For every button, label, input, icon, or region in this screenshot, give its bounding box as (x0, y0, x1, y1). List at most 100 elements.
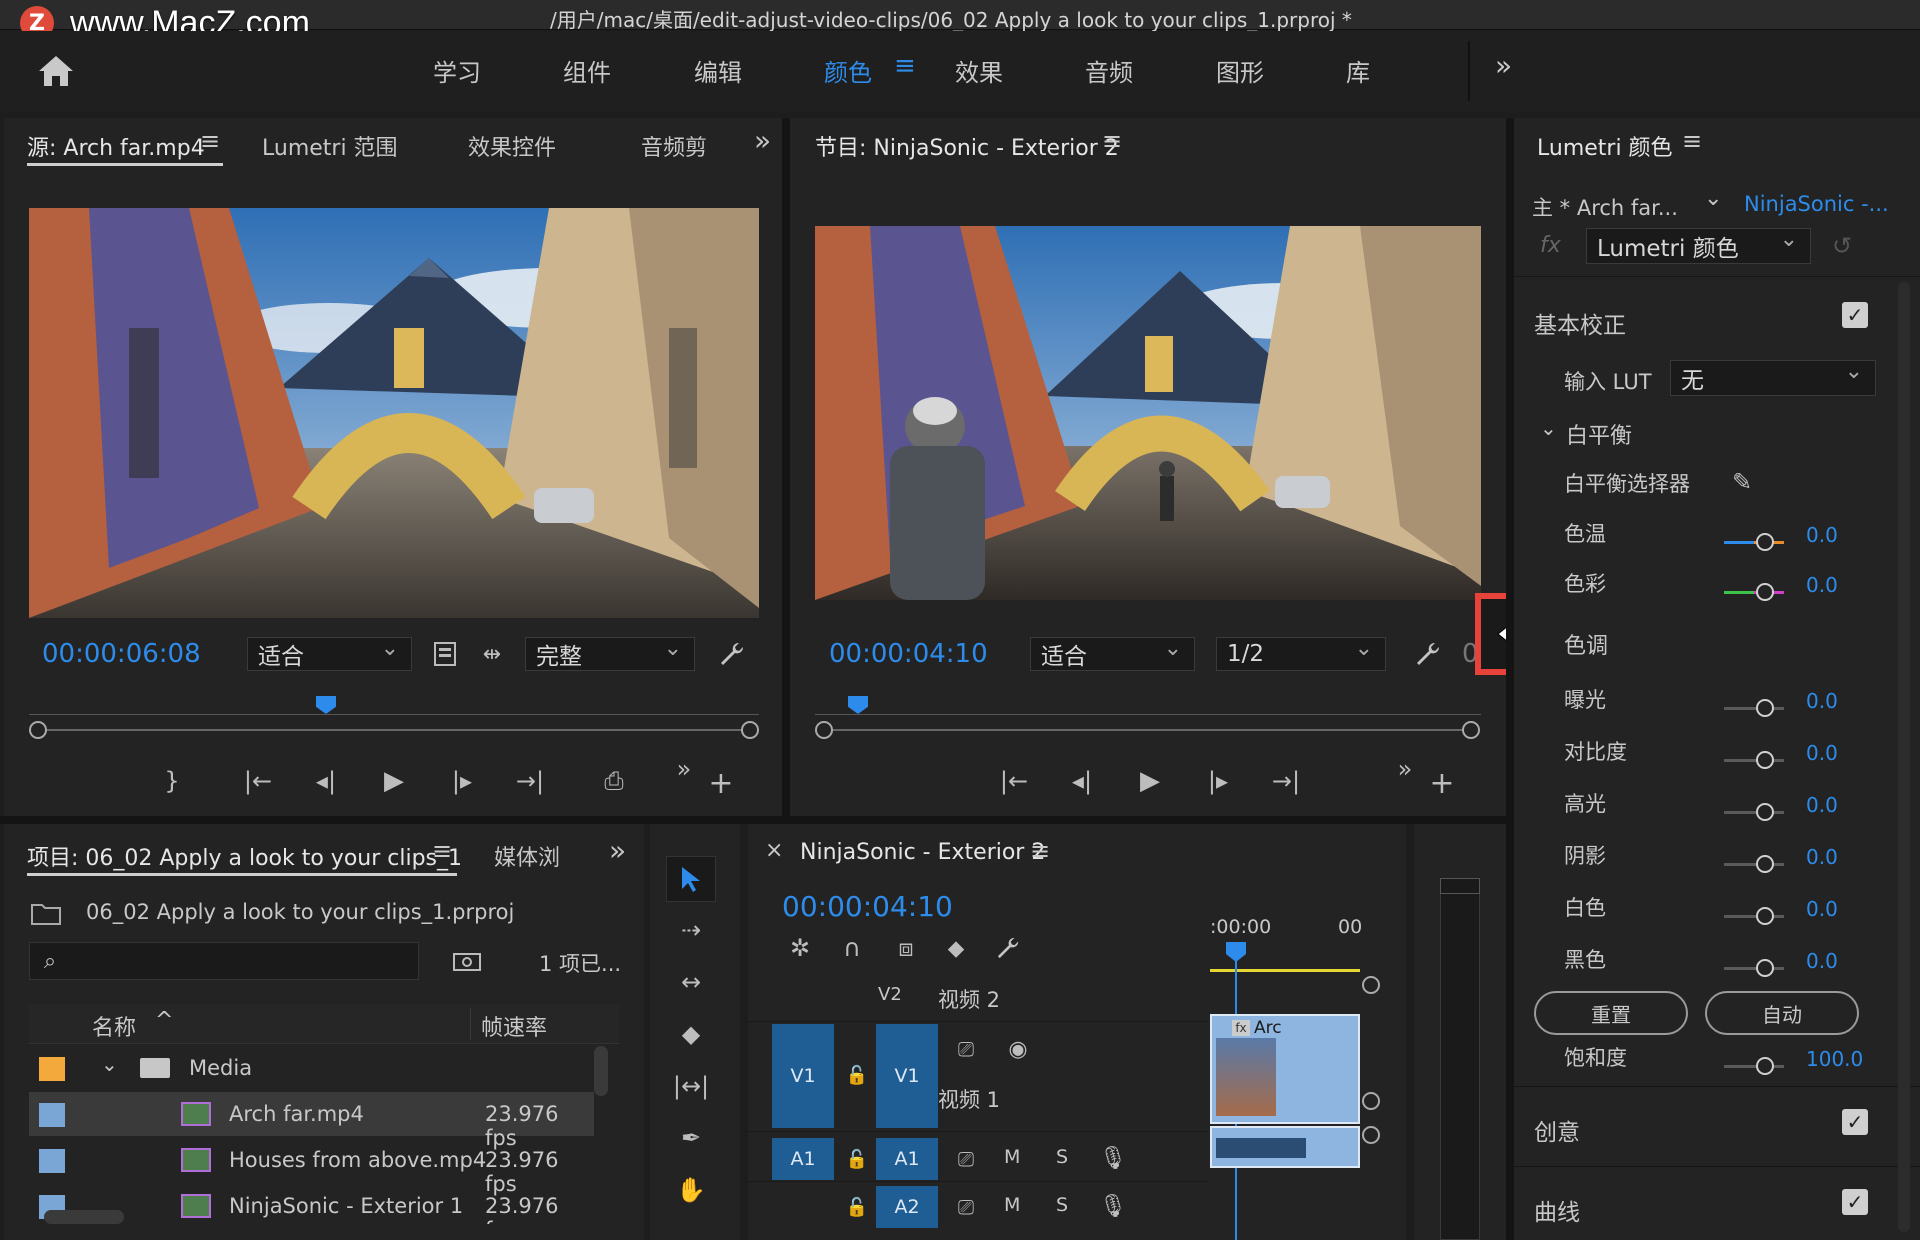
program-resolution-dropdown[interactable]: 1/2 (1216, 636, 1386, 671)
column-frame-rate[interactable]: 帧速率 (481, 1010, 547, 1042)
source-buttons-overflow-icon[interactable]: » (669, 754, 699, 784)
workspace-tab-active[interactable]: 颜色 (824, 53, 872, 88)
reset-effect-icon[interactable]: ↺ (1824, 228, 1860, 264)
lumetri-scrollbar[interactable] (1898, 282, 1910, 1232)
saturation-slider[interactable] (1724, 1056, 1784, 1076)
export-frame-icon[interactable]: ⎙ (594, 763, 634, 799)
workspace-tab[interactable]: 编辑 (694, 53, 742, 88)
eyedropper-icon[interactable]: ✎ (1724, 464, 1760, 500)
program-buttons-overflow-icon[interactable]: » (1390, 754, 1420, 784)
project-tabs-overflow-icon[interactable]: » (609, 834, 626, 867)
creative-checkbox[interactable]: ✓ (1842, 1109, 1868, 1135)
timeline-scroll-handle-bottom[interactable] (1362, 1126, 1380, 1144)
slider-knob[interactable] (1756, 583, 1774, 601)
label-color-swatch[interactable] (39, 1057, 65, 1081)
white-balance-heading[interactable]: 白平衡 (1566, 418, 1632, 450)
nest-insert-icon[interactable]: ✲ (782, 932, 818, 964)
program-time-ruler[interactable] (815, 693, 1481, 715)
track-lock-icon[interactable]: 🔓 (842, 1060, 872, 1090)
source-zoom-handle-right[interactable] (741, 721, 759, 739)
source-settings-wrench-icon[interactable] (714, 636, 750, 672)
selection-tool-icon[interactable] (666, 856, 716, 902)
toggle-output-eye-icon[interactable]: ◉ (1000, 1034, 1036, 1064)
track-target-a1[interactable]: A1 (876, 1138, 938, 1180)
tone-param-value[interactable]: 0.0 (1806, 897, 1838, 921)
fx-icon[interactable]: fx (1540, 233, 1561, 258)
creative-heading[interactable]: 创意 (1534, 1113, 1580, 1147)
panel-divider[interactable] (0, 816, 1506, 824)
workspace-tab[interactable]: 音频 (1085, 53, 1133, 88)
tone-param-value[interactable]: 0.0 (1806, 689, 1838, 713)
program-settings-wrench-icon[interactable] (1410, 636, 1446, 672)
list-item[interactable]: Arch far.mp4 23.976 fps (29, 1092, 594, 1150)
program-zoom-handle-right[interactable] (1462, 721, 1480, 739)
master-clip-dropdown-icon[interactable]: ⌄ (1704, 186, 1722, 211)
play-icon[interactable]: ▶ (376, 763, 412, 799)
timeline-close-icon[interactable]: × (765, 838, 783, 863)
basic-correction-checkbox[interactable]: ✓ (1842, 302, 1868, 328)
workspace-tab[interactable]: 效果 (955, 53, 1003, 88)
column-divider[interactable] (470, 1008, 471, 1040)
panel-divider[interactable] (782, 118, 790, 818)
tone-param-slider[interactable] (1724, 802, 1784, 822)
tint-slider[interactable] (1724, 582, 1784, 602)
panel-divider[interactable] (1506, 118, 1514, 1240)
hand-tool-icon[interactable]: ✋ (666, 1170, 716, 1210)
source-tab-menu-icon[interactable]: ≡ (200, 127, 220, 155)
source-tab[interactable]: 源: Arch far.mp4 (27, 130, 205, 162)
source-quality-dropdown[interactable]: 完整 (525, 636, 695, 671)
tone-param-slider[interactable] (1724, 958, 1784, 978)
media-browser-tab[interactable]: 媒体浏 (494, 840, 560, 872)
pen-tool-icon[interactable]: ✒ (666, 1118, 716, 1158)
white-balance-disclosure-icon[interactable]: ⌄ (1540, 416, 1557, 440)
timeline-settings-wrench-icon[interactable] (990, 932, 1026, 964)
tone-param-slider[interactable] (1724, 906, 1784, 926)
track-select-tool-icon[interactable]: ⇢ (666, 910, 716, 950)
source-zoom-bar[interactable] (38, 729, 752, 731)
solo-button[interactable]: S (1056, 1146, 1068, 1168)
auto-button[interactable]: 自动 (1705, 991, 1859, 1035)
column-name[interactable]: 名称 (92, 1010, 136, 1042)
track-v2-label[interactable]: V2 (878, 984, 902, 1005)
track-lock-icon[interactable]: 🔓 (842, 1144, 872, 1174)
curves-checkbox[interactable]: ✓ (1842, 1189, 1868, 1215)
program-title[interactable]: 节目: NinjaSonic - Exterior 2 (815, 130, 1119, 162)
track-target-a2[interactable]: A2 (876, 1186, 938, 1228)
go-to-out-icon[interactable]: →| (512, 763, 548, 799)
label-color-swatch[interactable] (39, 1149, 65, 1173)
effect-dropdown[interactable]: Lumetri 颜色 (1586, 227, 1811, 264)
tone-param-value[interactable]: 0.0 (1806, 949, 1838, 973)
timeline-scroll-handle-top[interactable] (1362, 976, 1380, 994)
source-timecode[interactable]: 00:00:06:08 (42, 639, 201, 669)
insert-overwrite-icon[interactable]: ⇹ (474, 638, 510, 670)
slider-knob[interactable] (1756, 907, 1774, 925)
sync-lock-icon[interactable]: ⎚ (948, 1034, 984, 1064)
home-icon[interactable] (30, 49, 82, 93)
slider-knob[interactable] (1756, 1057, 1774, 1075)
ripple-edit-tool-icon[interactable]: ↔ (666, 962, 716, 1002)
workspace-tab[interactable]: 学习 (433, 53, 481, 88)
solo-button[interactable]: S (1056, 1194, 1068, 1216)
source-add-button-icon[interactable]: + (704, 766, 738, 801)
program-zoom-bar[interactable] (824, 729, 1472, 731)
project-tab[interactable]: 项目: 06_02 Apply a look to your clips_1 (27, 840, 462, 872)
temperature-value[interactable]: 0.0 (1806, 523, 1838, 547)
workspace-overflow-icon[interactable]: » (1495, 49, 1512, 82)
tone-param-value[interactable]: 0.0 (1806, 793, 1838, 817)
temperature-slider[interactable] (1724, 532, 1784, 552)
mute-button[interactable]: M (1004, 1146, 1020, 1168)
workspace-tab[interactable]: 图形 (1216, 53, 1264, 88)
voice-over-mic-icon[interactable]: 🎙 (1098, 1190, 1128, 1222)
timeline-title[interactable]: NinjaSonic - Exterior 2 (800, 840, 1045, 865)
slider-knob[interactable] (1756, 751, 1774, 769)
workspace-menu-icon[interactable]: ≡ (894, 51, 916, 81)
voice-over-mic-icon[interactable]: 🎙 (1098, 1142, 1128, 1174)
lumetri-scopes-tab[interactable]: Lumetri 范围 (262, 130, 398, 162)
go-to-in-icon[interactable]: |← (240, 763, 276, 799)
source-fit-dropdown[interactable]: 适合 (247, 636, 412, 671)
slider-knob[interactable] (1756, 855, 1774, 873)
list-item-folder[interactable]: ⌄ Media (29, 1046, 594, 1090)
linked-selection-icon[interactable]: ⧈ (888, 932, 924, 964)
mark-out-icon[interactable]: } (154, 763, 190, 799)
program-add-button-icon[interactable]: + (1425, 766, 1459, 801)
